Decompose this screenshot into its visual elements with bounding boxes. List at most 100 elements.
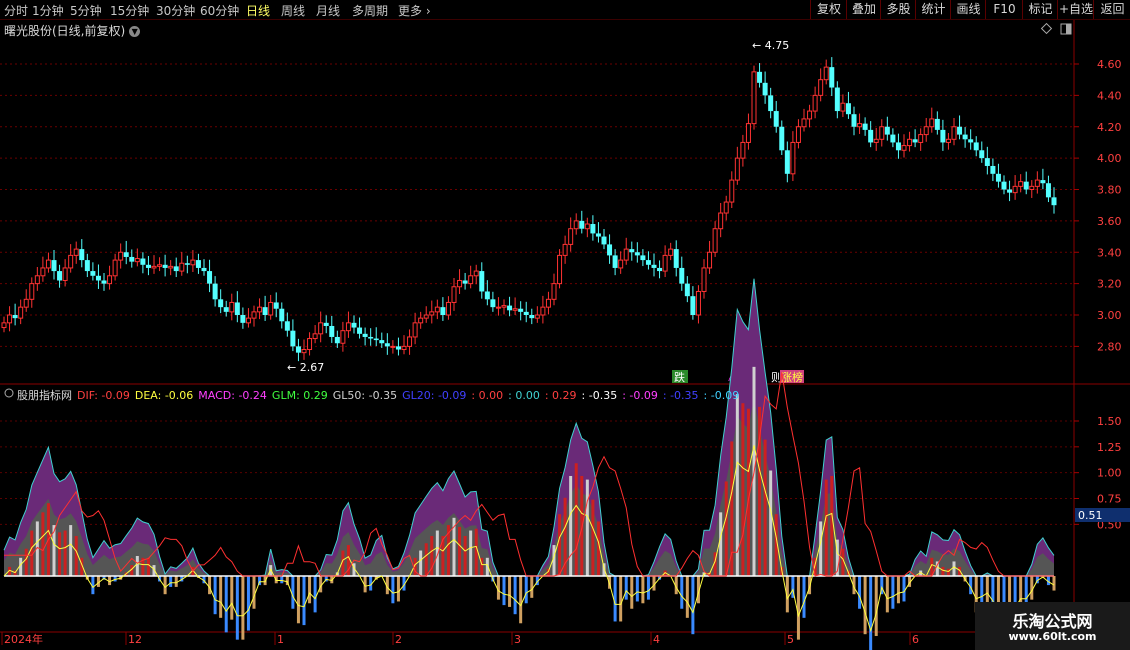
candle-body	[57, 271, 63, 281]
macd-bar-down	[169, 576, 173, 587]
macd-bar-down	[896, 576, 900, 604]
candle-body	[551, 283, 557, 300]
candle-body	[12, 315, 18, 319]
candle-body	[623, 248, 629, 261]
candle-body	[484, 291, 490, 300]
candle-body	[984, 158, 990, 166]
watermark-title: 乐淘公式网	[1012, 612, 1093, 631]
x-axis-label: 12	[128, 633, 142, 646]
candle-body	[1029, 185, 1035, 191]
low-price-label: ← 2.67	[287, 361, 324, 374]
candle-body	[34, 275, 40, 285]
candle-body	[423, 314, 429, 319]
candle-body	[373, 338, 379, 341]
indicator-value-0: DIF: -0.09	[77, 389, 130, 402]
candle-body	[129, 256, 135, 262]
candle-body	[295, 346, 301, 353]
macd-bar-down	[858, 576, 862, 609]
candle-body	[818, 79, 824, 96]
candle-body	[157, 264, 163, 267]
macd-bar-up	[569, 475, 573, 576]
macd-bar-up	[741, 403, 745, 576]
macd-bar-up	[574, 463, 578, 576]
candle-body	[918, 134, 924, 143]
candle-body	[1012, 185, 1018, 194]
macd-bar-up	[146, 557, 150, 576]
candle-body	[357, 327, 363, 334]
macd-bar-down	[241, 576, 245, 640]
candle-body	[40, 267, 46, 277]
marker-zhangbang: 涨榜	[781, 370, 803, 384]
candle-body	[740, 141, 746, 159]
candle-body	[745, 123, 751, 143]
candle-body	[662, 254, 668, 272]
indicator-values: DIF: -0.09 DEA: -0.06 MACD: -0.24 GLM: 0.29…	[77, 389, 744, 402]
indicator-name: 股朋指标网	[17, 389, 72, 402]
candle-body	[434, 306, 440, 313]
macd-bar-down	[802, 576, 806, 618]
candle-body	[507, 305, 513, 311]
candle-body	[212, 283, 218, 300]
candle-body	[479, 271, 485, 292]
candle-body	[151, 265, 157, 269]
candle-body	[618, 259, 624, 269]
candle-body	[940, 129, 946, 143]
candle-body	[1051, 197, 1057, 206]
macd-bar-down	[174, 576, 178, 587]
macd-bar-down	[230, 576, 234, 620]
macd-bar-up	[941, 566, 945, 576]
indicator-value-6: : 0.00	[471, 389, 504, 402]
main-grid	[0, 63, 1074, 347]
macd-bar-down	[513, 576, 517, 615]
candle-body	[462, 280, 468, 284]
candle-body	[207, 271, 213, 284]
candle-body	[1001, 181, 1007, 190]
indicator-value-9: : -0.35	[581, 389, 618, 402]
kline-chart[interactable]: 4.60 4.40 4.20 4.00 3.80 3.60 3.40 3.20 3.00 2.80…	[0, 0, 1130, 650]
candle-body	[362, 333, 368, 337]
candle-body	[162, 264, 168, 268]
candle-body	[651, 264, 657, 268]
candle-body	[234, 302, 240, 315]
candle-body	[173, 266, 179, 272]
candle-body	[90, 271, 96, 276]
macd-bar-down	[685, 576, 689, 618]
candle-body	[23, 298, 29, 308]
indicator-value-8: : 0.29	[544, 389, 577, 402]
macd-bar-up	[719, 512, 723, 576]
cyan-line	[3, 278, 1055, 577]
candle-body	[168, 265, 174, 269]
panel-toggle-icon[interactable]	[1060, 23, 1072, 35]
candle-body	[701, 267, 707, 292]
macd-bar-up	[724, 481, 728, 576]
macd-bar-up	[946, 568, 950, 576]
diamond-icon[interactable]	[1040, 22, 1053, 35]
candle-body	[79, 249, 85, 261]
candle-body	[107, 275, 113, 285]
y-tick-label: 3.40	[1097, 246, 1122, 259]
candle-body	[690, 296, 696, 315]
x-axis-label: 6	[912, 633, 919, 646]
candle-body	[512, 308, 518, 311]
candle-body	[379, 340, 385, 344]
candle-body	[412, 322, 418, 338]
x-axis-label: 5	[787, 633, 794, 646]
macd-bar-down	[796, 576, 800, 640]
ind-y-tick-label: 1.00	[1097, 467, 1122, 480]
candle-body	[979, 150, 985, 159]
candle-body	[84, 260, 90, 272]
candle-body	[323, 322, 329, 326]
candle-body	[907, 138, 913, 147]
candle-body	[768, 95, 774, 112]
candle-body	[934, 118, 940, 130]
candle-body	[1007, 189, 1013, 193]
candle-body	[607, 244, 613, 256]
candle-body	[145, 264, 151, 268]
macd-bar-down	[902, 576, 906, 602]
indicator-title[interactable]: 股朋指标网 DIF: -0.09 DEA: -0.06 MACD: -0.24 GLM:…	[4, 387, 749, 403]
candle-body	[45, 259, 51, 269]
candle-body	[534, 314, 540, 319]
candle-body	[568, 228, 574, 245]
macd-bar-down	[630, 576, 634, 609]
candle-body	[195, 260, 201, 268]
